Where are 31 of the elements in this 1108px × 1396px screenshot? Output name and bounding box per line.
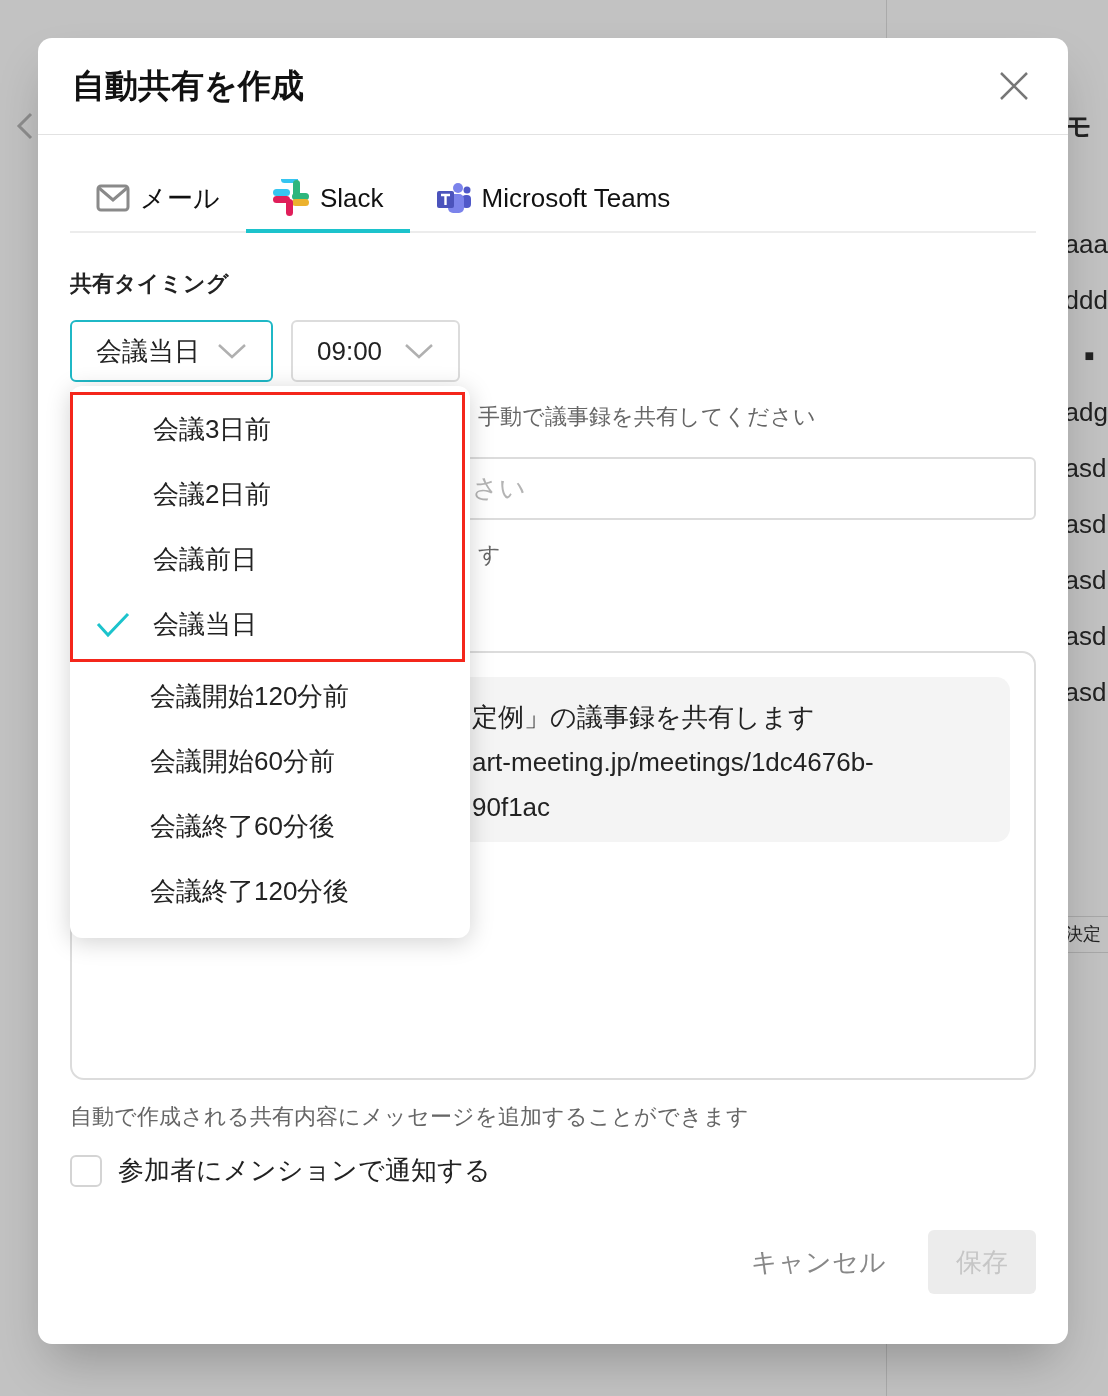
chevron-down-icon <box>404 343 434 359</box>
share-tab[interactable]: Slack <box>246 167 410 233</box>
back-chevron-icon[interactable] <box>16 112 34 140</box>
share-tab[interactable]: メール <box>70 167 246 233</box>
slack-logo-icon <box>272 179 310 217</box>
preview-line: 定例」の議事録を共有します <box>472 701 816 734</box>
teams-logo-icon <box>435 182 472 214</box>
mention-checkbox[interactable] <box>70 1154 102 1187</box>
mail-icon <box>96 184 130 212</box>
preview-line: art-meeting.jp/meetings/1dc4676b- <box>472 746 875 779</box>
helper-text: 手動で議事録を共有してください <box>478 403 816 431</box>
close-icon <box>999 71 1029 101</box>
panel-heading: モ <box>1064 110 1093 143</box>
dropdown-select[interactable]: 09:00 <box>291 320 460 382</box>
dropdown-option[interactable]: 会議開始120分前 <box>70 664 470 729</box>
checkmark-icon <box>96 611 130 638</box>
dropdown-option[interactable]: 会議終了120分後 <box>70 859 470 924</box>
field-label: 共有タイミング <box>70 270 230 298</box>
message-hint: 自動で作成される共有内容にメッセージを追加することができます <box>70 1103 750 1131</box>
helper-text: す <box>478 541 501 569</box>
chevron-down-icon <box>217 343 247 359</box>
checkbox-label: 参加者にメンションで通知する <box>118 1154 491 1187</box>
dropdown-select[interactable]: 会議当日 <box>70 320 273 382</box>
preview-line: 90f1ac <box>472 791 552 824</box>
dropdown-option[interactable]: 会議前日 <box>73 527 462 592</box>
share-tab[interactable]: Microsoft Teams <box>409 167 697 233</box>
dropdown-option[interactable]: 会議終了60分後 <box>70 794 470 859</box>
dropdown-option[interactable]: 会議開始60分前 <box>70 729 470 794</box>
cancel-button[interactable]: キャンセル <box>751 1230 886 1294</box>
dialog-title: 自動共有を作成 <box>72 66 304 107</box>
bullet-mark: ■ <box>1083 346 1096 366</box>
